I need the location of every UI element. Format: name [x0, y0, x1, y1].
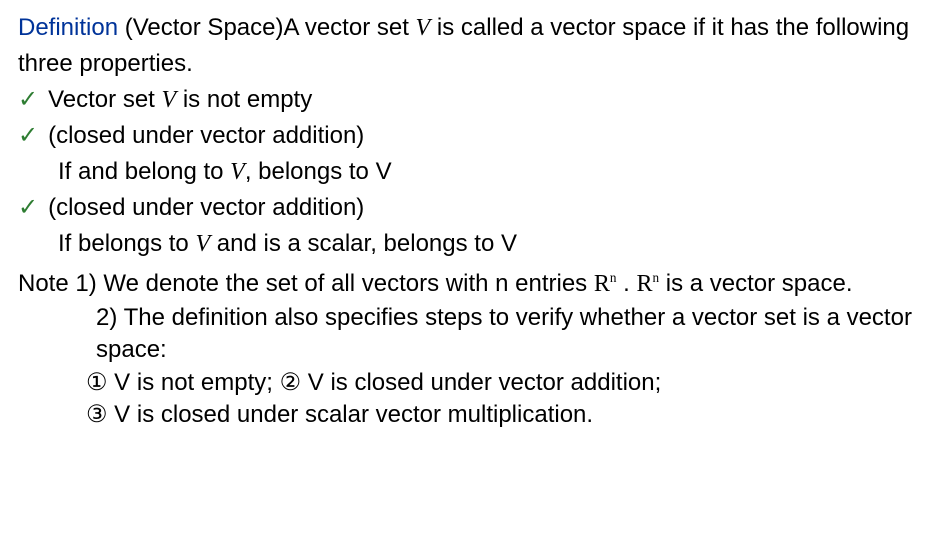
var-v: V — [416, 15, 431, 41]
bullet-2: ✓ (closed under vector addition) — [18, 118, 932, 154]
definition-heading: Definition (Vector Space)A vector set V … — [18, 10, 932, 82]
rn-base: R — [636, 271, 652, 297]
var-v: V — [162, 87, 177, 113]
bullet-3: ✓ (closed under vector addition) — [18, 190, 932, 226]
slide-content: Definition (Vector Space)A vector set V … — [0, 0, 950, 432]
bullet-3-sub-a: If belongs to — [58, 230, 195, 257]
rn-base: R — [594, 271, 610, 297]
bullet-3-sub-b: and is a scalar, belongs to V — [210, 230, 517, 257]
step-3: ③ V is closed under scalar vector multip… — [86, 401, 593, 428]
rn-1: Rn — [594, 271, 617, 297]
step-1-2: ① V is not empty; ② V is closed under ve… — [86, 369, 661, 396]
var-v: V — [195, 231, 210, 257]
bullet-3-sub: If belongs to V and is a scalar, belongs… — [18, 226, 932, 262]
checkmark-icon: ✓ — [18, 194, 38, 221]
bullet-1-text-b: is not empty — [176, 86, 312, 113]
checkmark-icon: ✓ — [18, 86, 38, 113]
bullet-2-text: (closed under vector addition) — [48, 122, 364, 149]
bullet-1-text-a: Vector set — [48, 86, 161, 113]
definition-label: Definition — [18, 14, 118, 41]
note-2-text: 2) The definition also specifies steps t… — [96, 304, 912, 363]
steps-line-1: ① V is not empty; ② V is closed under ve… — [18, 367, 932, 399]
steps-line-2: ③ V is closed under scalar vector multip… — [18, 399, 932, 431]
note-1-b: . — [616, 270, 636, 297]
note-1-c: is a vector space. — [659, 270, 852, 297]
definition-title: (Vector Space) — [118, 14, 283, 41]
var-v: V — [230, 159, 245, 185]
note-1: Note 1) We denote the set of all vectors… — [18, 266, 932, 302]
def-body-1: A vector set — [283, 14, 415, 41]
bullet-1: ✓ Vector set V is not empty — [18, 82, 932, 118]
note-2: 2) The definition also specifies steps t… — [18, 302, 932, 367]
bullet-3-text: (closed under vector addition) — [48, 194, 364, 221]
bullet-2-sub-a: If and belong to — [58, 158, 230, 185]
note-1-a: Note 1) We denote the set of all vectors… — [18, 270, 594, 297]
checkmark-icon: ✓ — [18, 122, 38, 149]
bullet-2-sub-b: , belongs to V — [245, 158, 392, 185]
bullet-2-sub: If and belong to V, belongs to V — [18, 154, 932, 190]
rn-2: Rn — [636, 271, 659, 297]
